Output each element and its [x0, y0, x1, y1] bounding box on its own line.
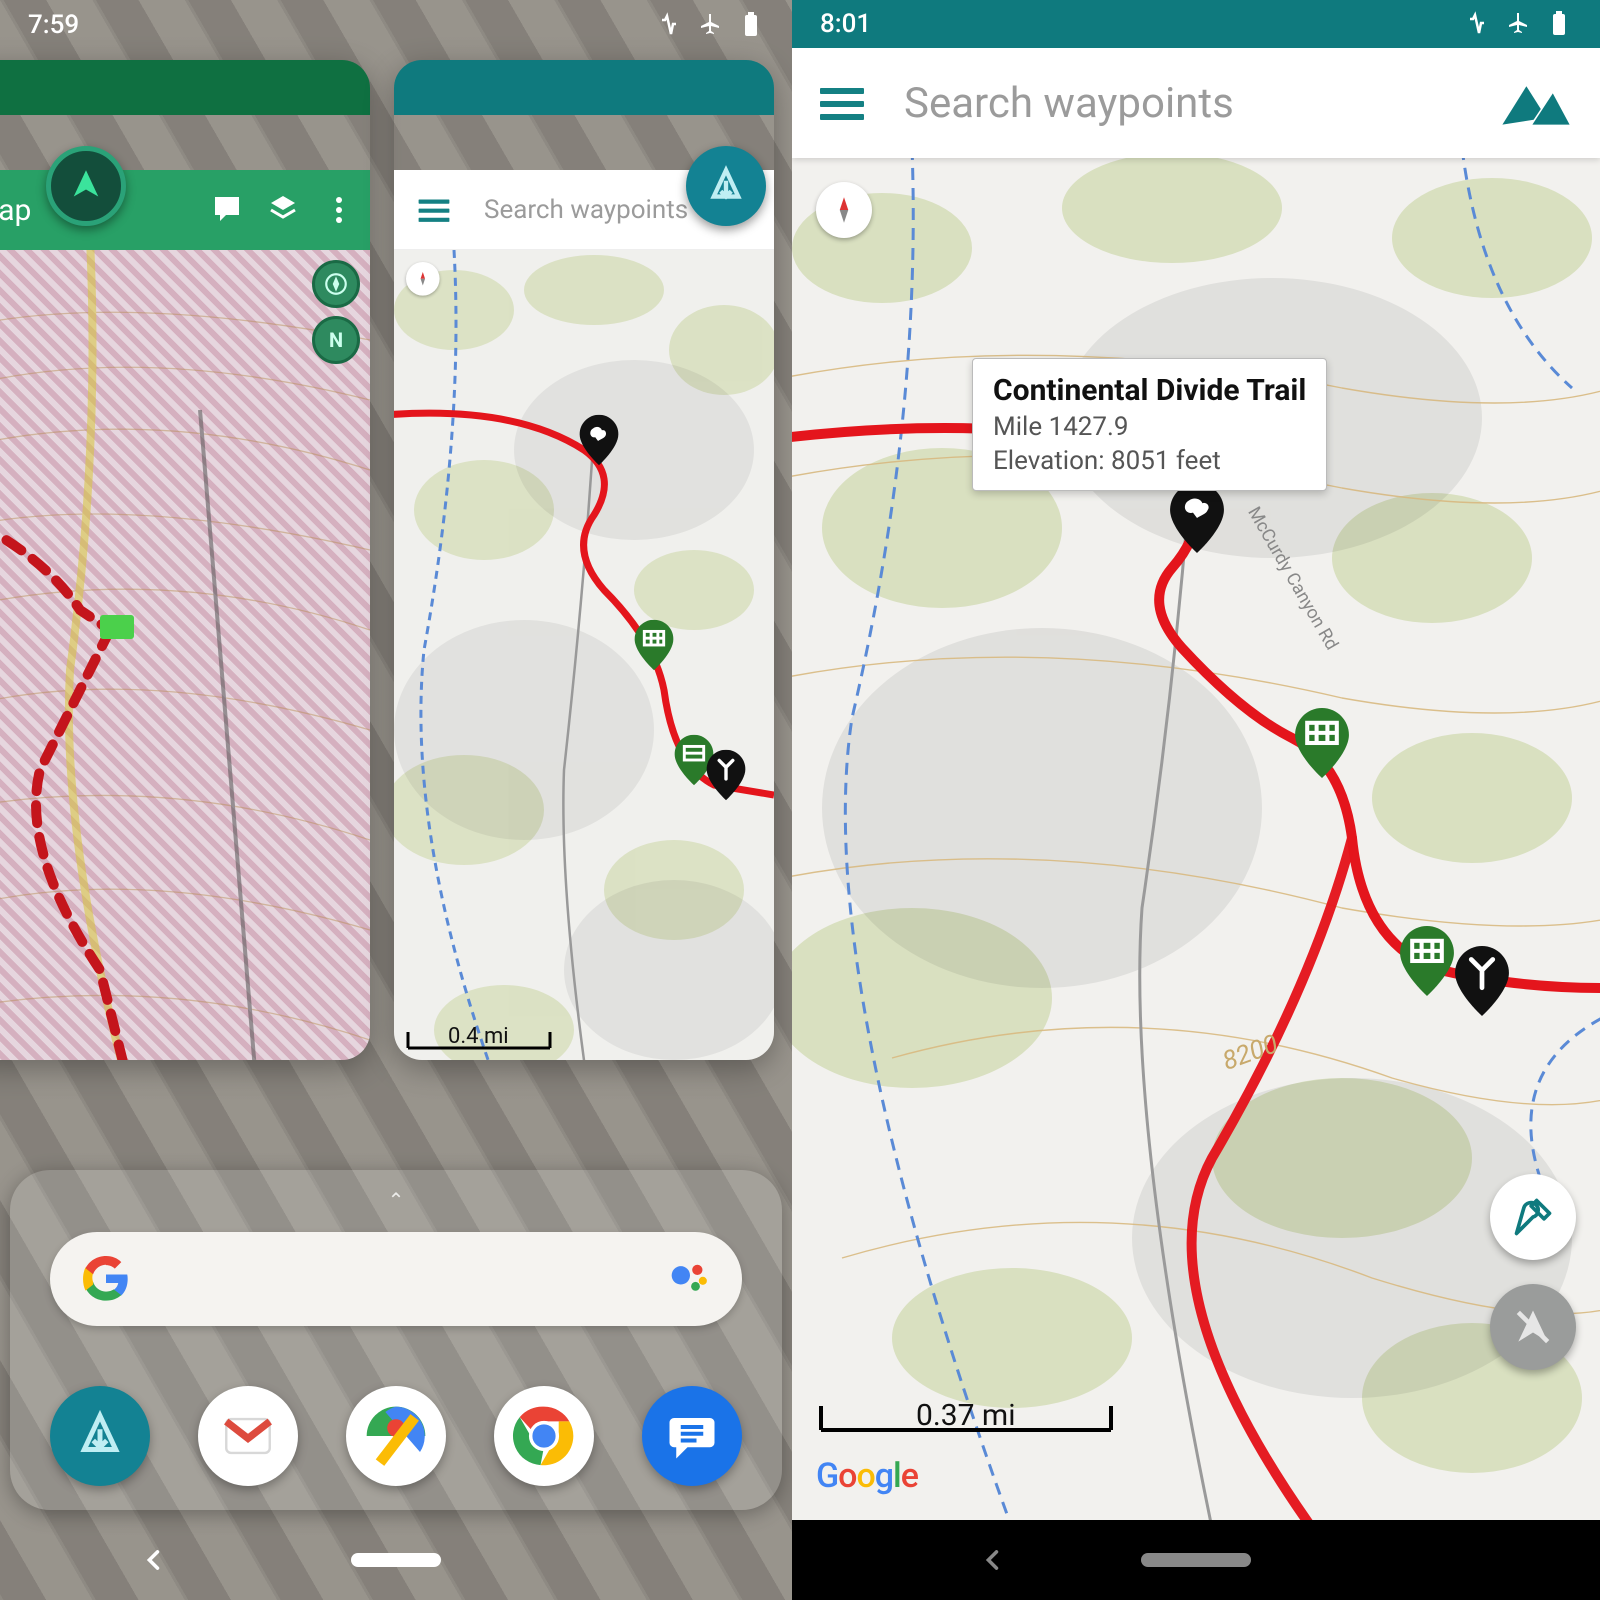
- tooltip-mile: Mile 1427.9: [993, 412, 1306, 442]
- back-icon[interactable]: [979, 1546, 1007, 1574]
- dock-trail-app[interactable]: [50, 1386, 150, 1486]
- card2-app-icon[interactable]: [686, 146, 766, 226]
- airplane-icon: [698, 12, 724, 38]
- nav-bar-left: [0, 1520, 792, 1600]
- dock-gmail[interactable]: [198, 1386, 298, 1486]
- card1-map-canvas[interactable]: N: [0, 250, 370, 1060]
- card1-title: Map: [0, 193, 31, 228]
- mountain-icon[interactable]: [1500, 77, 1572, 129]
- home-panel: ⌃: [10, 1170, 782, 1510]
- dock-chrome[interactable]: [494, 1386, 594, 1486]
- trail-app-icon: [705, 165, 747, 207]
- phone-left: 7:59 Map: [0, 0, 792, 1600]
- battery-icon: [738, 12, 764, 38]
- compass-icon: [827, 193, 861, 227]
- chat-icon[interactable]: [212, 193, 246, 227]
- card1-app-icon[interactable]: [46, 146, 126, 226]
- google-attribution: Google: [816, 1456, 918, 1496]
- marker-wildlife[interactable]: [580, 415, 619, 465]
- home-pill-icon[interactable]: [1141, 1553, 1251, 1567]
- app-bar: Search waypoints: [792, 48, 1600, 158]
- card2-map-canvas[interactable]: 0.4 mi Google: [394, 250, 774, 1060]
- scale-value: 0.37 mi: [916, 1398, 1016, 1433]
- marker-gate[interactable]: [1295, 708, 1349, 778]
- marker-fork[interactable]: [707, 750, 746, 800]
- recents-row[interactable]: Map: [0, 60, 792, 1065]
- marker-fork[interactable]: [1455, 946, 1509, 1016]
- status-bar-left: 7:59: [0, 0, 792, 50]
- phone-right: 8:01 Search waypoints: [792, 0, 1600, 1600]
- status-icons: [658, 12, 764, 38]
- battery-icon: [1546, 11, 1572, 37]
- marker-wildlife[interactable]: [1170, 483, 1224, 553]
- compass-mini[interactable]: [406, 262, 440, 296]
- menu-icon[interactable]: [419, 194, 450, 225]
- map-canvas[interactable]: Continental Divide Trail Mile 1427.9 Ele…: [792, 158, 1600, 1520]
- vibrate-icon: [1466, 11, 1492, 37]
- clock: 7:59: [28, 10, 79, 40]
- more-vert-icon[interactable]: [324, 193, 358, 227]
- scalebar: 0.37 mi: [816, 1400, 1116, 1440]
- compass-button[interactable]: [816, 182, 872, 238]
- scalebar-small: 0.4 mi: [404, 1028, 554, 1060]
- status-icons-right: [1466, 11, 1572, 37]
- drag-up-caret[interactable]: ⌃: [388, 1188, 405, 1212]
- card2-search[interactable]: Search waypoints: [484, 195, 688, 225]
- north-letter: N: [329, 328, 343, 352]
- location-off-icon: [1511, 1305, 1555, 1349]
- layers-icon[interactable]: [268, 193, 302, 227]
- tools-icon: [1511, 1195, 1555, 1239]
- card2-map-svg: [394, 250, 774, 1060]
- search-input[interactable]: Search waypoints: [904, 79, 1500, 128]
- dock-maps[interactable]: [346, 1386, 446, 1486]
- nav-bar-right: [792, 1520, 1600, 1600]
- google-search-bar[interactable]: [50, 1232, 742, 1326]
- marker-gate[interactable]: [635, 620, 674, 670]
- north-lock-button[interactable]: N: [312, 316, 360, 364]
- airplane-icon: [1506, 11, 1532, 37]
- status-bar-right: 8:01: [792, 0, 1600, 48]
- home-pill-icon[interactable]: [351, 1553, 441, 1567]
- locus-nav-icon: [65, 165, 107, 207]
- back-icon[interactable]: [140, 1546, 168, 1574]
- clock-right: 8:01: [820, 9, 871, 39]
- map-controls: N: [312, 260, 360, 364]
- tools-fab[interactable]: [1490, 1174, 1576, 1260]
- compass-icon: [323, 271, 349, 297]
- dock-messages[interactable]: [642, 1386, 742, 1486]
- assistant-icon[interactable]: [668, 1257, 712, 1301]
- vibrate-icon: [658, 12, 684, 38]
- menu-button[interactable]: [820, 81, 864, 125]
- scale-value-small: 0.4 mi: [448, 1024, 509, 1049]
- dock: [50, 1386, 742, 1486]
- google-g-icon: [80, 1253, 132, 1305]
- tooltip-title: Continental Divide Trail: [993, 373, 1306, 408]
- compass-button[interactable]: [312, 260, 360, 308]
- fab-column: [1490, 1174, 1576, 1370]
- location-fab[interactable]: [1490, 1284, 1576, 1370]
- trail-dashed: [0, 250, 370, 1060]
- trail-tooltip[interactable]: Continental Divide Trail Mile 1427.9 Ele…: [972, 358, 1327, 491]
- marker-gate-2[interactable]: [1400, 926, 1454, 996]
- tooltip-elevation: Elevation: 8051 feet: [993, 446, 1306, 476]
